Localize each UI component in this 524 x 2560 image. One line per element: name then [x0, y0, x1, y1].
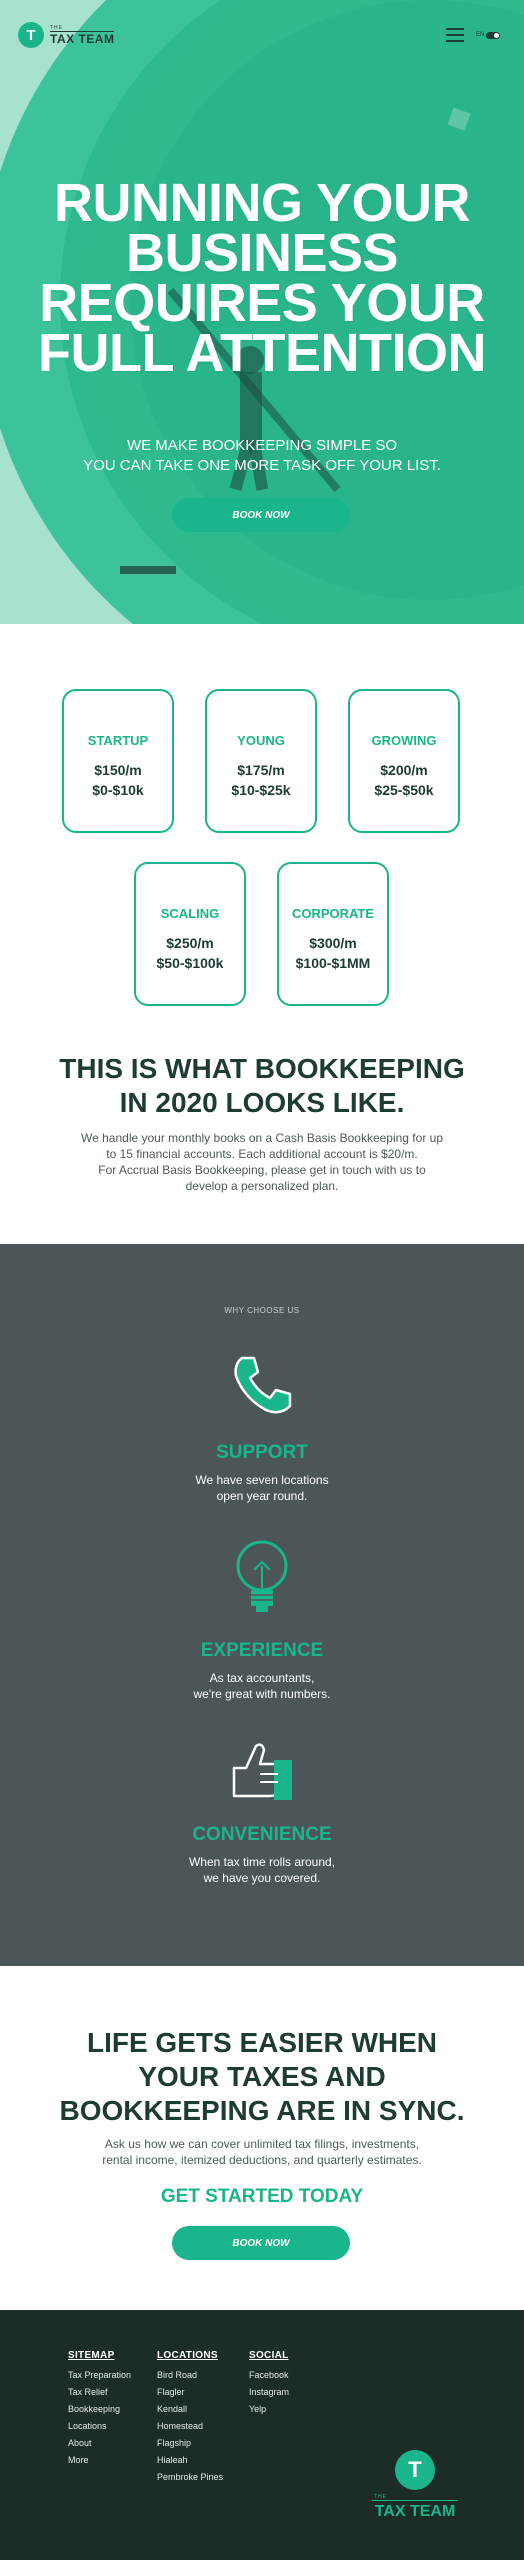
plan-price: $200/m [380, 762, 428, 778]
logo-name: TAX TEAM [50, 30, 115, 46]
plan-card-young[interactable]: YOUNG $175/m $10-$25k [205, 689, 317, 833]
logo-name: TAX TEAM [372, 2500, 458, 2521]
lightbulb-icon [236, 1540, 288, 1612]
phone-icon [234, 1356, 292, 1414]
logo-badge-icon: T [18, 22, 44, 48]
footer-link[interactable]: About [68, 2435, 131, 2452]
footer-link[interactable]: Flagship [157, 2435, 223, 2452]
footer-link[interactable]: Flagler [157, 2384, 223, 2401]
language-toggle[interactable]: EN [476, 31, 501, 39]
footer-heading: SOCIAL [249, 2350, 289, 2361]
plan-price: $175/m [237, 762, 285, 778]
footer-link[interactable]: Locations [68, 2418, 131, 2435]
footer-social: SOCIAL Facebook Instagram Yelp [249, 2350, 289, 2418]
cta-title: LIFE GETS EASIER WHEN YOUR TAXES AND BOO… [59, 2027, 465, 2126]
footer-link[interactable]: Bird Road [157, 2367, 223, 2384]
plan-range: $50-$100k [156, 955, 224, 971]
site-logo[interactable]: T THE TAX TEAM [18, 22, 115, 48]
feature-text-experience: As tax accountants, we're great with numb… [193, 1671, 331, 1701]
plan-name: CORPORATE [291, 906, 375, 921]
feature-title-convenience: CONVENIENCE [192, 1824, 332, 1845]
footer-link[interactable]: More [68, 2452, 131, 2469]
footer-sitemap: SITEMAP Tax Preparation Tax Relief Bookk… [68, 2350, 131, 2469]
footer-link[interactable]: Tax Relief [68, 2384, 131, 2401]
plan-range: $25-$50k [374, 782, 434, 798]
plan-name: YOUNG [237, 733, 285, 748]
plan-card-startup[interactable]: STARTUP $150/m $0-$10k [62, 689, 174, 833]
plan-range: $0-$10k [92, 782, 144, 798]
footer-link[interactable]: Pembroke Pines [157, 2469, 223, 2486]
footer-link[interactable]: Yelp [249, 2401, 289, 2418]
footer-link[interactable]: Tax Preparation [68, 2367, 131, 2384]
hero-subtitle: WE MAKE BOOKKEEPING SIMPLE SO YOU CAN TA… [83, 437, 441, 474]
footer-link[interactable]: Kendall [157, 2401, 223, 2418]
plan-card-corporate[interactable]: CORPORATE $300/m $100-$1MM [277, 862, 389, 1006]
feature-title-experience: EXPERIENCE [200, 1640, 324, 1661]
footer-link[interactable]: Facebook [249, 2367, 289, 2384]
language-label: EN [476, 32, 485, 38]
footer-heading: SITEMAP [68, 2350, 115, 2361]
plan-price: $250/m [166, 935, 214, 951]
plan-price: $300/m [309, 935, 357, 951]
footer-link[interactable]: Homestead [157, 2418, 223, 2435]
footer-link[interactable]: Bookkeeping [68, 2401, 131, 2418]
plan-price: $150/m [94, 762, 142, 778]
plan-card-growing[interactable]: GROWING $200/m $25-$50k [348, 689, 460, 833]
feature-title-support: SUPPORT [216, 1442, 308, 1463]
thumbs-up-icon [232, 1743, 292, 1800]
bookkeeping-title: THIS IS WHAT BOOKKEEPING IN 2020 LOOKS L… [59, 1053, 465, 1118]
plan-range: $100-$1MM [295, 955, 371, 971]
plan-name: SCALING [160, 906, 220, 921]
pricing-section: STARTUP $150/m $0-$10k YOUNG $175/m $10-$2… [0, 624, 524, 1244]
why-choose-us-section: WHY CHOOSE US SUPPORT We have seven loca… [0, 1244, 524, 1966]
footer-logo[interactable]: T THE TAX TEAM [372, 2450, 458, 2521]
site-footer: SITEMAP Tax Preparation Tax Relief Bookk… [0, 2310, 524, 2560]
footer-link[interactable]: Instagram [249, 2384, 289, 2401]
plan-name: GROWING [371, 733, 437, 748]
cta-text: Ask us how we can cover unlimited tax fi… [102, 2137, 422, 2167]
logo-badge-icon: T [395, 2450, 435, 2490]
bookkeeping-text: We handle your monthly books on a Cash B… [81, 1131, 443, 1193]
footer-locations: LOCATIONS Bird Road Flagler Kendall Home… [157, 2350, 223, 2486]
hero-title: RUNNING YOUR BUSINESS REQUIRES YOUR FULL… [38, 173, 486, 383]
plan-card-scaling[interactable]: SCALING $250/m $50-$100k [134, 862, 246, 1006]
plan-name: STARTUP [87, 733, 149, 748]
section-label: WHY CHOOSE US [224, 1306, 300, 1315]
plan-range: $10-$25k [231, 782, 291, 798]
get-started-heading: GET STARTED TODAY [160, 2186, 364, 2207]
hamburger-icon[interactable] [446, 28, 464, 42]
book-now-button[interactable]: BOOK NOW [172, 2226, 350, 2260]
toggle-switch-icon [486, 31, 501, 39]
top-controls: EN [446, 28, 501, 42]
hero-section: T THE TAX TEAM EN RUNNING YOUR BUSINESS … [0, 0, 524, 624]
footer-heading: LOCATIONS [157, 2350, 218, 2361]
book-now-button[interactable]: BOOK NOW [172, 498, 350, 532]
feature-text-convenience: When tax time rolls around, we have you c… [188, 1855, 336, 1885]
footer-link[interactable]: Hialeah [157, 2452, 223, 2469]
feature-text-support: We have seven locations open year round. [195, 1473, 329, 1503]
cta-section: LIFE GETS EASIER WHEN YOUR TAXES AND BOO… [0, 1966, 524, 2310]
